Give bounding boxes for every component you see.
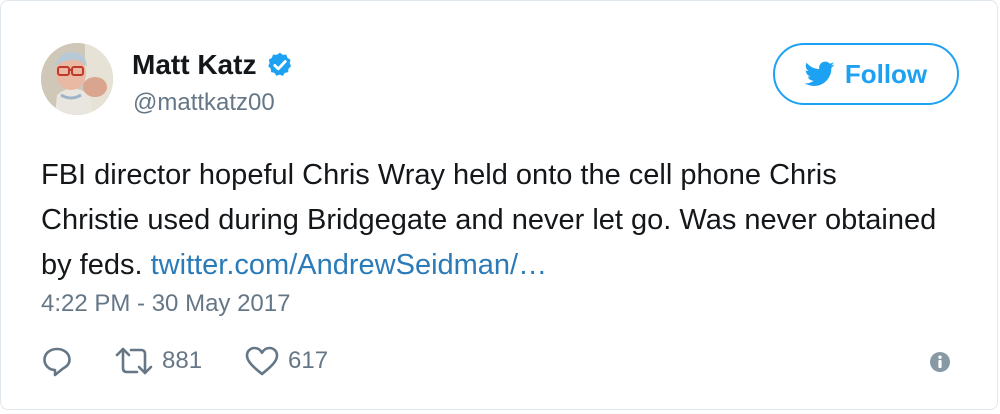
like-count: 617 — [288, 347, 329, 374]
twitter-bird-icon — [804, 61, 835, 86]
reply-button[interactable] — [41, 345, 73, 377]
tweet-card: Matt Katz @mattkatz00 Follow FBI directo… — [0, 0, 998, 410]
retweet-icon — [115, 347, 153, 375]
tweet-text: FBI director hopeful Chris Wray held ont… — [41, 153, 941, 288]
tweet-actions: 881 617 — [41, 339, 328, 383]
tweet-link[interactable]: twitter.com/AndrewSeidman/… — [151, 249, 547, 281]
author-name-row[interactable]: Matt Katz — [132, 49, 294, 81]
avatar[interactable] — [41, 43, 113, 115]
avatar-image — [41, 43, 113, 115]
tweet-timestamp[interactable]: 4:22 PM - 30 May 2017 — [41, 290, 290, 318]
info-icon[interactable] — [929, 351, 951, 373]
author-handle[interactable]: @mattkatz00 — [133, 89, 275, 117]
follow-button[interactable]: Follow — [773, 43, 959, 105]
author-name[interactable]: Matt Katz — [132, 49, 256, 81]
retweet-count: 881 — [162, 347, 203, 374]
verified-badge-icon — [268, 52, 292, 76]
heart-icon — [245, 346, 279, 376]
follow-button-label: Follow — [844, 58, 928, 89]
like-button[interactable]: 617 — [244, 345, 328, 377]
retweet-button[interactable]: 881 — [114, 346, 202, 376]
reply-icon — [43, 347, 71, 377]
